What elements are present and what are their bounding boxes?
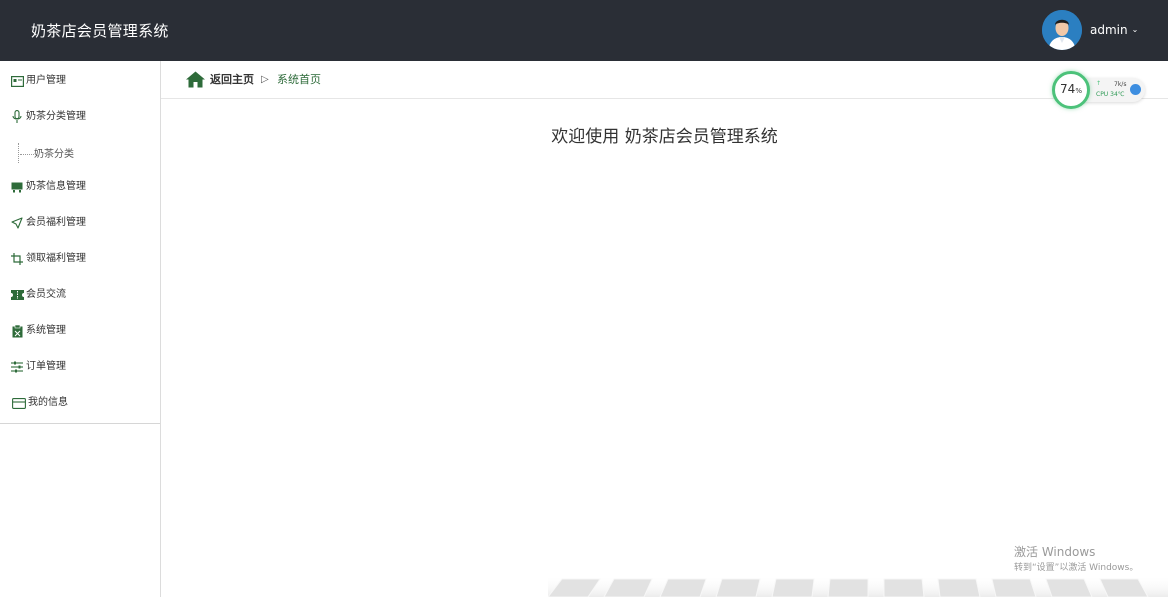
breadcrumb-current[interactable]: 系统首页 (277, 72, 321, 87)
sidebar-item-milktea-info[interactable]: 奶茶信息管理 (0, 173, 160, 201)
ticket-icon (10, 288, 24, 302)
sidebar-item-label: 系统管理 (26, 325, 66, 336)
sidebar: 用户管理 奶茶分类管理 奶茶分类 奶茶信息管理 会员福利管理 领取福利管理 会员… (0, 61, 161, 597)
network-speed: 7k/s (1114, 81, 1127, 88)
user-avatar[interactable] (1042, 10, 1082, 50)
breadcrumb-separator-icon: ▷ (261, 74, 269, 85)
upload-arrow-icon: ↑ (1096, 80, 1102, 87)
sidebar-item-label: 会员福利管理 (26, 217, 86, 228)
send-icon (10, 216, 24, 230)
crop-icon (10, 252, 24, 266)
sidebar-item-label: 奶茶信息管理 (26, 181, 86, 192)
id-card-icon (10, 74, 24, 88)
app-title: 奶茶店会员管理系统 (31, 22, 169, 40)
cpu-usage-percent: 74% (1060, 82, 1082, 96)
sidebar-item-category-management[interactable]: 奶茶分类管理 (0, 103, 160, 131)
sidebar-subitem-label: 奶茶分类 (34, 149, 74, 160)
inbox-icon (10, 180, 24, 194)
cpu-monitor-widget[interactable]: 74% ↑ 7k/s CPU 34℃ (1052, 71, 1145, 109)
breadcrumb: 返回主页 ▷ 系统首页 (161, 61, 1168, 99)
sliders-icon (10, 360, 24, 374)
home-icon[interactable] (186, 71, 205, 88)
microphone-icon (10, 110, 24, 124)
sidebar-item-order-management[interactable]: 订单管理 (0, 353, 160, 381)
cpu-temp-readout: CPU 34℃ (1096, 91, 1125, 98)
tree-line (20, 154, 34, 155)
username-label: admin (1090, 23, 1128, 37)
sidebar-item-label: 我的信息 (28, 397, 68, 408)
watermark-line2: 转到“设置”以激活 Windows。 (1014, 563, 1139, 573)
sidebar-item-label: 订单管理 (26, 361, 66, 372)
welcome-heading: 欢迎使用 奶茶店会员管理系统 (551, 127, 778, 147)
sidebar-item-label: 领取福利管理 (26, 253, 86, 264)
avatar-person-icon (1042, 10, 1082, 50)
watermark-line1: 激活 Windows (1014, 545, 1096, 559)
sidebar-item-system-management[interactable]: 系统管理 (0, 317, 160, 345)
clipboard-icon (10, 324, 24, 338)
sidebar-item-member-benefits[interactable]: 会员福利管理 (0, 209, 160, 237)
sidebar-item-user-management[interactable]: 用户管理 (0, 67, 160, 95)
sidebar-item-label: 会员交流 (26, 289, 66, 300)
sidebar-item-label: 奶茶分类管理 (26, 111, 86, 122)
breadcrumb-home-link[interactable]: 返回主页 (210, 72, 254, 87)
tree-line (18, 143, 19, 163)
sidebar-item-claim-benefits[interactable]: 领取福利管理 (0, 245, 160, 273)
accelerate-icon[interactable] (1130, 84, 1141, 95)
top-header: 奶茶店会员管理系统 admin ⌄ (0, 0, 1168, 61)
sidebar-menu: 用户管理 奶茶分类管理 奶茶分类 奶茶信息管理 会员福利管理 领取福利管理 会员… (0, 61, 160, 424)
windows-activation-watermark: 激活 Windows 转到“设置”以激活 Windows。 (1014, 545, 1138, 574)
credit-card-icon (12, 396, 26, 410)
sidebar-subitem-milktea-category[interactable]: 奶茶分类 (16, 141, 156, 169)
user-menu-dropdown[interactable]: admin ⌄ (1090, 22, 1138, 38)
decorative-pattern (547, 575, 1168, 597)
chevron-down-icon: ⌄ (1131, 25, 1139, 34)
sidebar-item-label: 用户管理 (26, 75, 66, 86)
sidebar-item-my-info[interactable]: 我的信息 (0, 389, 160, 417)
sidebar-item-member-exchange[interactable]: 会员交流 (0, 281, 160, 309)
